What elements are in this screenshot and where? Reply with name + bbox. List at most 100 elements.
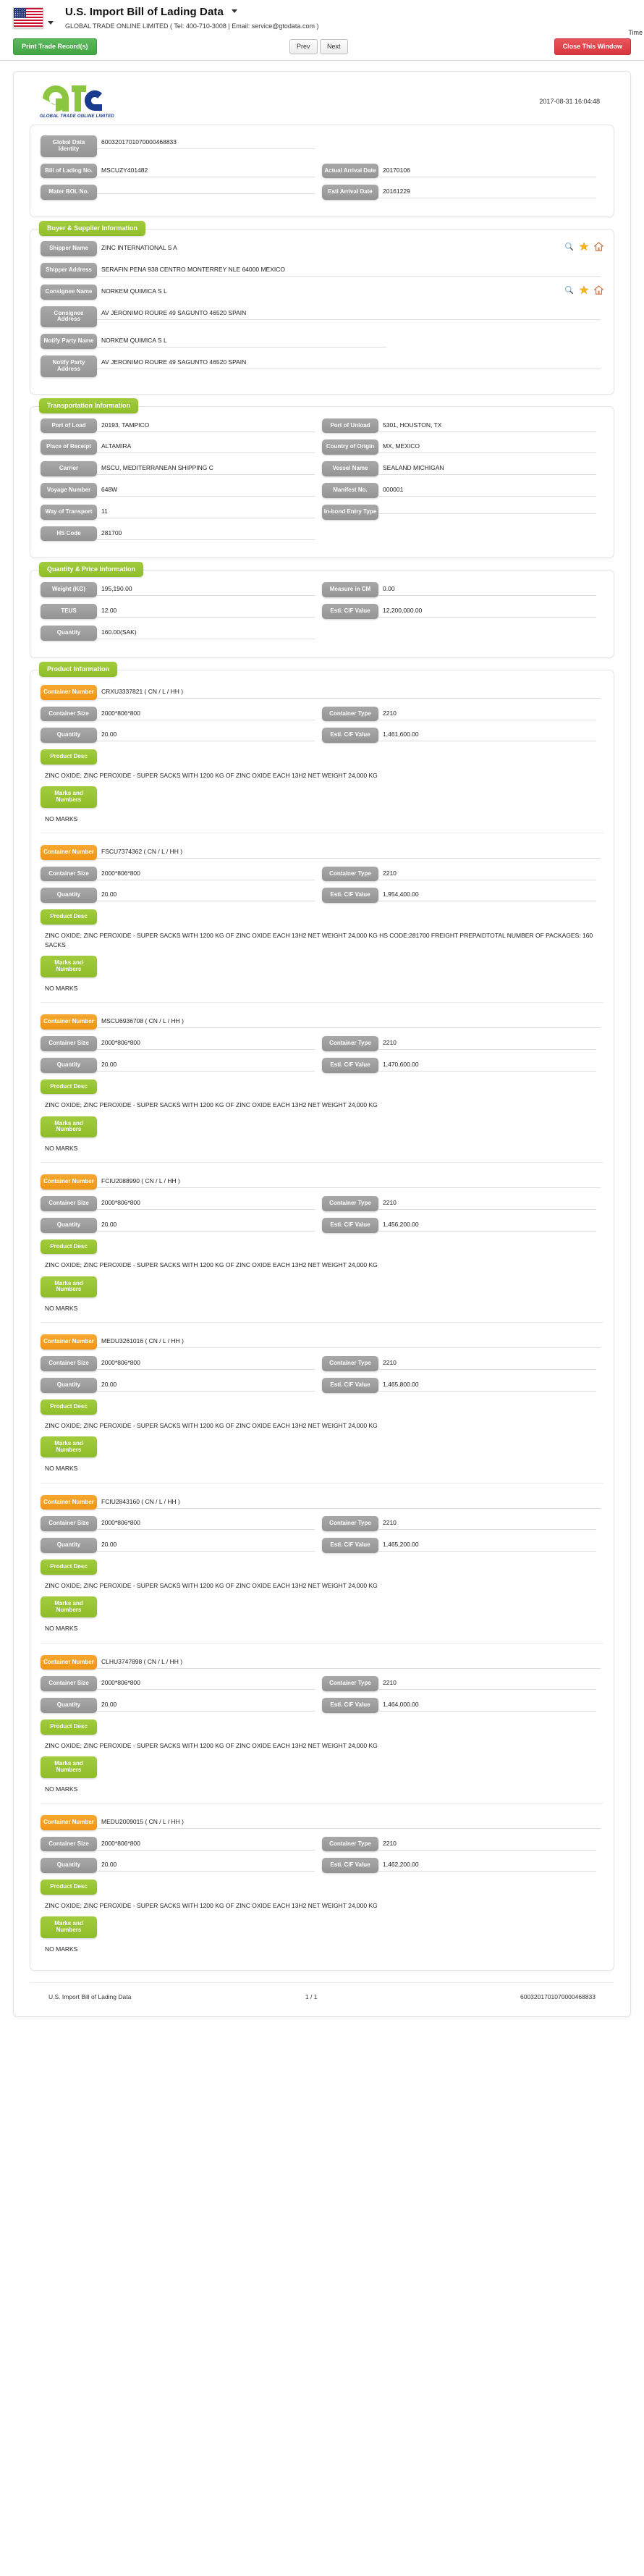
field-row: Container Number FSCU7374362 ( CN / L / …	[41, 844, 603, 860]
star-icon[interactable]	[579, 242, 589, 251]
field-value: AV JERONIMO ROURE 49 SAGUNTO 46520 SPAIN	[97, 356, 601, 369]
field-value: MEDU2009015 ( CN / L / HH )	[97, 1816, 601, 1829]
product-desc-text: ZINC OXIDE; ZINC PEROXIDE - SUPER SACKS …	[45, 1581, 378, 1589]
field-label: Container Number	[41, 1814, 97, 1830]
field-value: 281700	[97, 527, 315, 540]
product-desc-text: ZINC OXIDE; ZINC PEROXIDE - SUPER SACKS …	[45, 771, 378, 779]
field-label: Container Number	[41, 1494, 97, 1510]
field-notify-party-name: Notify Party Name NORKEM QUIMICA S L	[41, 334, 603, 349]
field-teus: TEUS 12.00	[41, 604, 322, 619]
home-icon[interactable]	[594, 242, 603, 251]
time-label: Time	[628, 29, 643, 36]
document-timestamp: 2017-08-31 16:04:48	[539, 97, 600, 105]
field-row: Quantity 20.00 Esti. CIF Value 1,465,800…	[41, 1378, 603, 1393]
field-row: Container Size 2000*806*800 Container Ty…	[41, 1356, 603, 1371]
gto-logo: GLOBAL TRADE ONLINE LIMITED	[40, 83, 114, 119]
field-container-type: Container Type 2210	[322, 1356, 603, 1371]
field-container-quantity: Quantity 20.00	[41, 888, 322, 904]
marks-and-numbers-text: NO MARKS	[45, 1945, 78, 1953]
title-chevron-down-icon[interactable]	[232, 9, 238, 13]
field-label: Weight (KG)	[41, 582, 97, 598]
field-value: 1,470,600.00	[378, 1058, 596, 1072]
field-container-cif-value: Esti. CIF Value 1,462,200.00	[322, 1858, 603, 1874]
page-root: U.S. Import Bill of Lading Data GLOBAL T…	[0, 0, 644, 2017]
print-trade-records-button[interactable]: Print Trade Record(s)	[13, 38, 97, 55]
field-label: Manifest No.	[322, 482, 378, 498]
field-label: Shipper Name	[41, 241, 97, 256]
row-action-icons	[564, 285, 603, 295]
field-esti-cif-value: Esti. CIF Value 12,200,000.00	[322, 604, 603, 619]
field-label: Container Size	[41, 866, 97, 882]
field-row: Container Number FCIU2843160 ( CN / L / …	[41, 1494, 603, 1510]
field-container-number: Container Number MEDU3261016 ( CN / L / …	[41, 1334, 603, 1350]
marks-and-numbers-text: NO MARKS	[45, 815, 78, 822]
marks-and-numbers-label: Marks and Numbers	[41, 1596, 97, 1618]
marks-and-numbers-label: Marks and Numbers	[41, 956, 97, 977]
field-label: Esti. CIF Value	[322, 728, 378, 744]
field-value: 2000*806*800	[97, 707, 315, 720]
field-notify-party-address: Notify Party Address AV JERONIMO ROURE 4…	[41, 355, 603, 377]
field-value: 20.00	[97, 1058, 315, 1072]
field-label: Global Data Identity	[41, 135, 97, 157]
field-measure-in-cm: Measure in CM 0.00	[322, 582, 603, 598]
field-label: Vessel Name	[322, 461, 378, 476]
field-label: Container Size	[41, 1676, 97, 1692]
field-row: Place of Receipt ALTAMIRA Country of Ori…	[41, 439, 603, 455]
identity-panel: Global Data Identity 6003201701070000468…	[30, 125, 614, 218]
field-label: Port of Load	[41, 418, 97, 434]
prev-button[interactable]: Prev	[289, 39, 318, 54]
field-value: ZINC INTERNATIONAL S A	[101, 244, 177, 252]
field-label: Quantity	[41, 1858, 97, 1874]
field-shipper-address: Shipper Address SERAFIN PENA 938 CENTRO …	[41, 262, 603, 278]
field-row: Shipper Name ZINC INTERNATIONAL S A	[41, 241, 603, 256]
field-row: Consignee Name NORKEM QUIMICA S L	[41, 284, 603, 300]
field-row: Global Data Identity 6003201701070000468…	[41, 135, 603, 157]
field-value: MSCUZY401482	[97, 164, 315, 177]
flag-selector[interactable]	[13, 6, 54, 28]
close-window-button[interactable]: Close This Window	[554, 38, 631, 55]
marks-and-numbers-text: NO MARKS	[45, 1305, 78, 1313]
product-information-panel: Product Information Container Number CRX…	[30, 661, 614, 1971]
field-container-number: Container Number CLHU3747898 ( CN / L / …	[41, 1654, 603, 1670]
field-value: SERAFIN PENA 938 CENTRO MONTERREY NLE 64…	[97, 264, 601, 277]
field-label: Container Type	[322, 1035, 378, 1051]
product-desc-label: Product Desc	[41, 1559, 97, 1575]
product-desc-label: Product Desc	[41, 1239, 97, 1255]
field-value: 2210	[378, 1838, 596, 1851]
field-label: Notify Party Name	[41, 334, 97, 349]
panel-legend: Transportation Information	[39, 397, 139, 413]
field-label: TEUS	[41, 604, 97, 619]
field-label: Quantity	[41, 1057, 97, 1073]
field-label: Container Size	[41, 1196, 97, 1211]
field-label: Quantity	[41, 728, 97, 744]
field-mater-bol-no: Mater BOL No.	[41, 185, 322, 201]
marks-and-numbers-label: Marks and Numbers	[41, 1116, 97, 1138]
field-label: Notify Party Address	[41, 355, 97, 377]
field-label: Container Type	[322, 866, 378, 882]
field-value: 160.00(SAK)	[97, 626, 315, 639]
field-container-type: Container Type 2210	[322, 1836, 603, 1852]
chevron-down-icon[interactable]	[48, 21, 54, 25]
footer-page-number: 1 / 1	[305, 1992, 318, 2000]
star-icon[interactable]	[579, 285, 589, 295]
field-label: Container Size	[41, 1356, 97, 1371]
field-container-size: Container Size 2000*806*800	[41, 1516, 322, 1532]
field-container-cif-value: Esti. CIF Value 1,461,600.00	[322, 728, 603, 744]
field-container-number: Container Number MSCU6936708 ( CN / L / …	[41, 1014, 603, 1030]
search-icon[interactable]	[564, 242, 574, 251]
field-label: Container Type	[322, 1836, 378, 1852]
search-icon[interactable]	[564, 285, 574, 295]
field-label: Container Size	[41, 1516, 97, 1532]
field-country-of-origin: Country of Origin MX, MEXICO	[322, 439, 603, 455]
field-label: Quantity	[41, 625, 97, 641]
field-row: Consignee Address AV JERONIMO ROURE 49 S…	[41, 306, 603, 328]
field-value: 2210	[378, 1037, 596, 1050]
next-button[interactable]: Next	[320, 39, 348, 54]
home-icon[interactable]	[594, 285, 603, 295]
field-row: Container Number FCIU2088990 ( CN / L / …	[41, 1174, 603, 1190]
field-hs-code: HS Code 281700	[41, 526, 322, 542]
field-label: Country of Origin	[322, 439, 378, 455]
document-header: GLOBAL TRADE ONLINE LIMITED 2017-08-31 1…	[25, 79, 619, 125]
panel-legend: Product Information	[39, 661, 117, 677]
field-row: Container Size 2000*806*800 Container Ty…	[41, 1676, 603, 1692]
